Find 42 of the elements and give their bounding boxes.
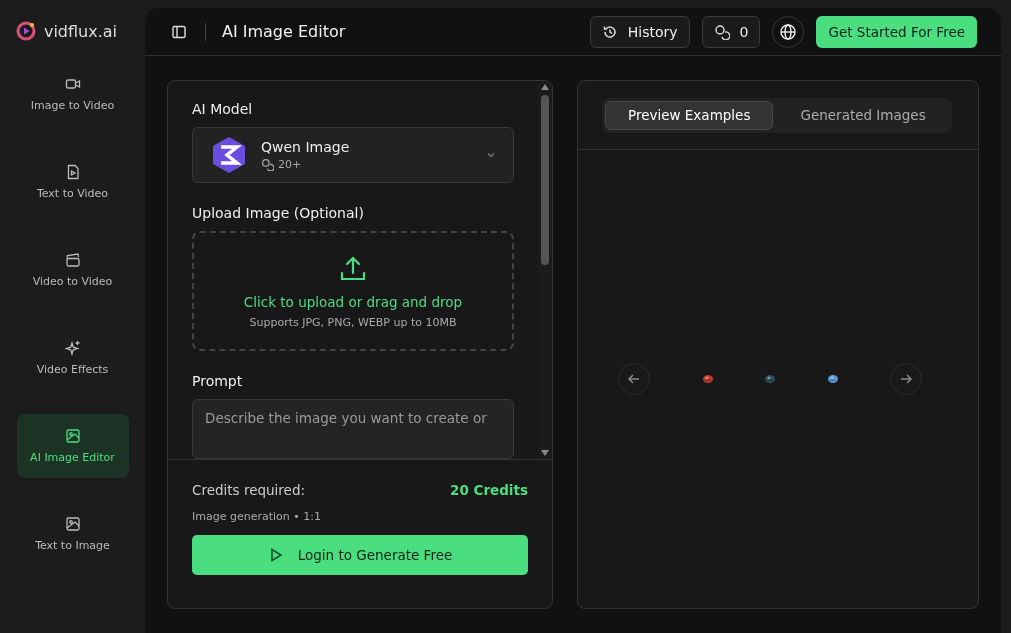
credits-label: Credits required: bbox=[192, 482, 306, 498]
scroll-down-icon[interactable] bbox=[541, 450, 549, 456]
sidebar-toggle-icon bbox=[171, 23, 187, 40]
brand-name: vidflux.ai bbox=[43, 21, 118, 41]
image-icon bbox=[64, 516, 81, 532]
field-label: Upload Image (Optional) bbox=[192, 205, 365, 222]
next-button[interactable] bbox=[890, 363, 922, 395]
arrow-right-icon bbox=[899, 372, 913, 386]
coins-icon bbox=[713, 23, 730, 40]
image-icon bbox=[64, 428, 81, 444]
history-button[interactable]: History bbox=[589, 15, 690, 48]
logo-icon bbox=[15, 21, 36, 41]
video-camera-icon bbox=[64, 76, 81, 92]
scroll-up-icon[interactable] bbox=[541, 84, 549, 90]
credits-button[interactable]: 0 bbox=[701, 15, 761, 48]
tab[interactable]: Preview Examples bbox=[605, 100, 774, 130]
clapperboard-icon bbox=[64, 252, 81, 268]
globe-icon bbox=[779, 22, 798, 41]
sidebar-item[interactable]: Text to Video bbox=[16, 150, 129, 214]
field-label: Prompt bbox=[192, 373, 244, 389]
get-started-button[interactable]: Get Started For Free bbox=[816, 15, 977, 48]
generation-detail: Image generation • 1:1 bbox=[192, 510, 322, 523]
sidebar-item[interactable]: Video Effects bbox=[16, 326, 129, 390]
previous-button[interactable] bbox=[618, 363, 650, 395]
history-icon bbox=[601, 23, 618, 40]
language-button[interactable] bbox=[772, 15, 805, 48]
prompt-field[interactable]: Describe the image you want to create or bbox=[192, 399, 514, 459]
coins-icon bbox=[261, 158, 274, 172]
field-label: AI Model bbox=[192, 101, 254, 117]
arrow-left-icon bbox=[627, 372, 641, 386]
sidebar-item[interactable]: Video to Video bbox=[16, 238, 129, 302]
model-dropdown[interactable]: Qwen Image 20+ bbox=[192, 127, 514, 184]
scrollbar[interactable] bbox=[538, 81, 552, 459]
credits-value: 20 Credits bbox=[450, 482, 528, 498]
upload-dropzone[interactable]: Click to upload or drag and drop Supports JPG, PNG, WEBP up to 10MB bbox=[192, 231, 514, 351]
sidebar-item[interactable]: Text to Image bbox=[16, 502, 129, 566]
sidebar-item[interactable]: AI Image Editor bbox=[16, 414, 129, 478]
tab[interactable]: Generated Images bbox=[777, 100, 949, 130]
generate-button[interactable]: Login to Generate Free bbox=[192, 535, 528, 575]
sidebar-item[interactable]: Image to Video bbox=[16, 62, 129, 126]
sparkle-icon bbox=[64, 340, 81, 356]
page-title: AI Image Editor bbox=[222, 22, 346, 41]
